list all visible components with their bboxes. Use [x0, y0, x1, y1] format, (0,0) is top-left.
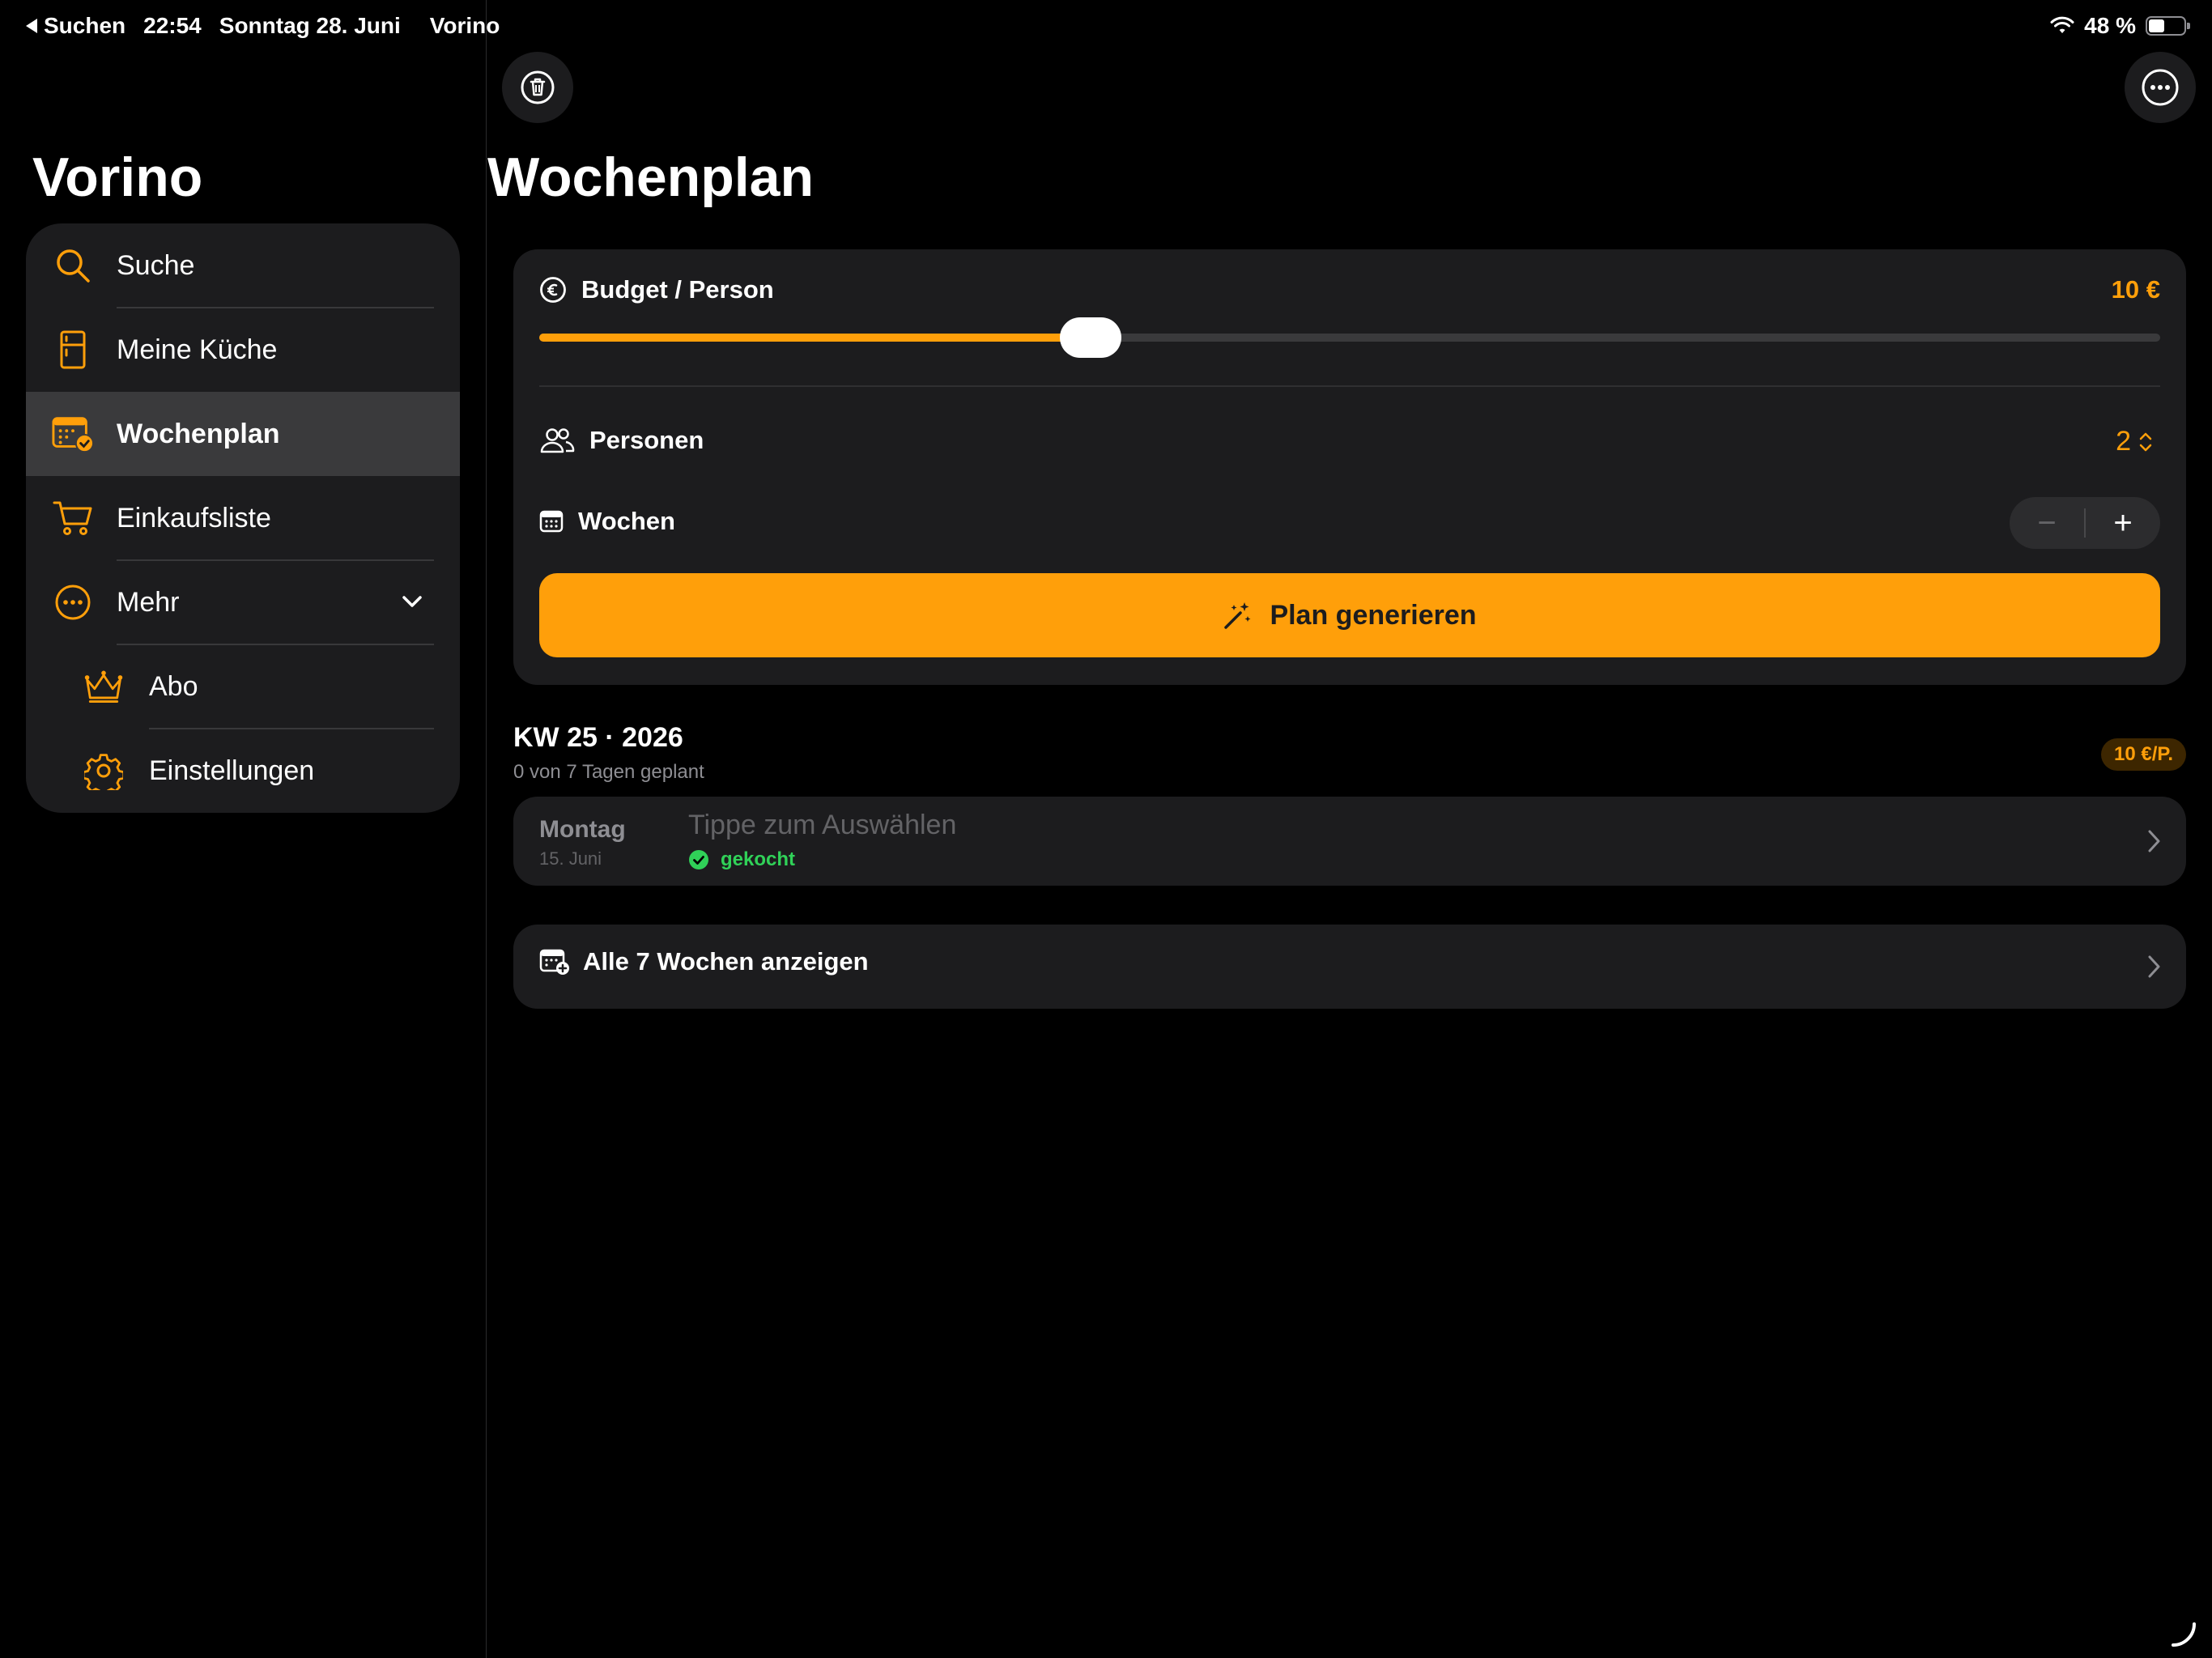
sidebar-item-abo[interactable]: Abo [26, 644, 460, 729]
sidebar-item-einkaufsliste[interactable]: Einkaufsliste [26, 476, 460, 560]
page-title: Wochenplan [487, 147, 814, 208]
budget-value: 10 € [2111, 275, 2160, 304]
more-circle-icon [52, 581, 94, 623]
sidebar-item-wochenplan[interactable]: Wochenplan [26, 392, 460, 476]
delete-button[interactable] [502, 52, 573, 123]
sidebar-item-label: Einkaufsliste [117, 502, 271, 534]
sidebar-item-suche[interactable]: Suche [26, 223, 460, 308]
sidebar-item-label: Suche [117, 249, 195, 281]
calendar-check-icon [52, 413, 94, 455]
sidebar-item-label: Abo [149, 670, 198, 702]
chevron-right-icon [2148, 955, 2160, 978]
checkmark-circle-icon [689, 850, 708, 869]
resize-handle-icon[interactable] [2170, 1621, 2197, 1648]
weeks-label: Wochen [578, 507, 675, 535]
budget-label: Budget / Person [581, 275, 774, 304]
sidebar-item-label: Meine Küche [117, 334, 278, 365]
persons-value: 2 [2116, 426, 2131, 457]
weeks-decrement-button[interactable]: − [2010, 497, 2084, 549]
weeks-increment-button[interactable]: + [2086, 497, 2160, 549]
crown-icon [83, 665, 125, 708]
calendar-icon [539, 510, 564, 533]
day-status-label: gekocht [721, 848, 796, 870]
sidebar-item-label: Mehr [117, 586, 180, 618]
ellipsis-circle-icon [2142, 69, 2179, 106]
generate-plan-button[interactable]: Plan generieren [539, 573, 2160, 657]
week-title: KW 25 · 2026 [513, 722, 683, 753]
split-view-divider [486, 0, 487, 1658]
day-name: Montag [539, 816, 626, 843]
weeks-stepper: − + [2010, 497, 2160, 549]
budget-slider-fill [539, 334, 1091, 342]
chevron-right-icon [2148, 830, 2160, 852]
show-all-weeks-row[interactable]: Alle 7 Wochen anzeigen [513, 925, 2186, 1009]
sidebar-item-mehr[interactable]: Mehr [26, 560, 460, 644]
sidebar-item-meine-kueche[interactable]: Meine Küche [26, 308, 460, 392]
magic-wand-icon [1224, 602, 1251, 629]
card-divider [539, 385, 2160, 387]
sidebar-title: Vorino [32, 147, 203, 208]
day-row-monday[interactable]: Montag 15. Juni Tippe zum Auswählen geko… [513, 797, 2186, 886]
week-budget-badge: 10 €/P. [2101, 738, 2186, 771]
fridge-icon [52, 329, 94, 371]
persons-picker[interactable]: 2 [2116, 426, 2154, 457]
trash-icon [521, 70, 555, 104]
budget-slider-thumb[interactable] [1059, 317, 1121, 358]
chevron-down-icon[interactable] [400, 589, 424, 614]
budget-slider[interactable] [539, 334, 2160, 342]
battery-percent: 48 % [2084, 13, 2136, 38]
sidebar-item-einstellungen[interactable]: Einstellungen [26, 729, 460, 813]
sidebar-item-label: Wochenplan [117, 418, 280, 449]
day-date: 15. Juni [539, 848, 602, 869]
week-progress-text: 0 von 7 Tagen geplant [513, 761, 704, 783]
sidebar: Vorino Suche Meine Küche Wochenplan Eink… [0, 0, 486, 1658]
cart-icon [52, 497, 94, 539]
day-select-hint: Tippe zum Auswählen [688, 810, 957, 840]
gear-icon [83, 750, 125, 792]
search-icon [52, 244, 94, 287]
show-all-weeks-label: Alle 7 Wochen anzeigen [583, 947, 869, 976]
persons-label: Personen [589, 426, 704, 454]
calendar-plus-icon [539, 949, 569, 975]
more-options-button[interactable] [2125, 52, 2196, 123]
day-status: gekocht [688, 848, 795, 871]
persons-icon [540, 428, 575, 453]
sidebar-menu: Suche Meine Küche Wochenplan Einkaufslis… [26, 223, 460, 813]
generate-plan-label: Plan generieren [1270, 599, 1477, 631]
sidebar-item-label: Einstellungen [149, 755, 315, 786]
chevron-up-down-icon [2139, 432, 2152, 451]
battery-icon [2146, 16, 2190, 36]
euro-circle-icon [540, 277, 566, 303]
wifi-icon [2050, 16, 2074, 33]
plan-settings-card: Budget / Person 10 € Personen 2 Wochen −… [513, 249, 2186, 685]
